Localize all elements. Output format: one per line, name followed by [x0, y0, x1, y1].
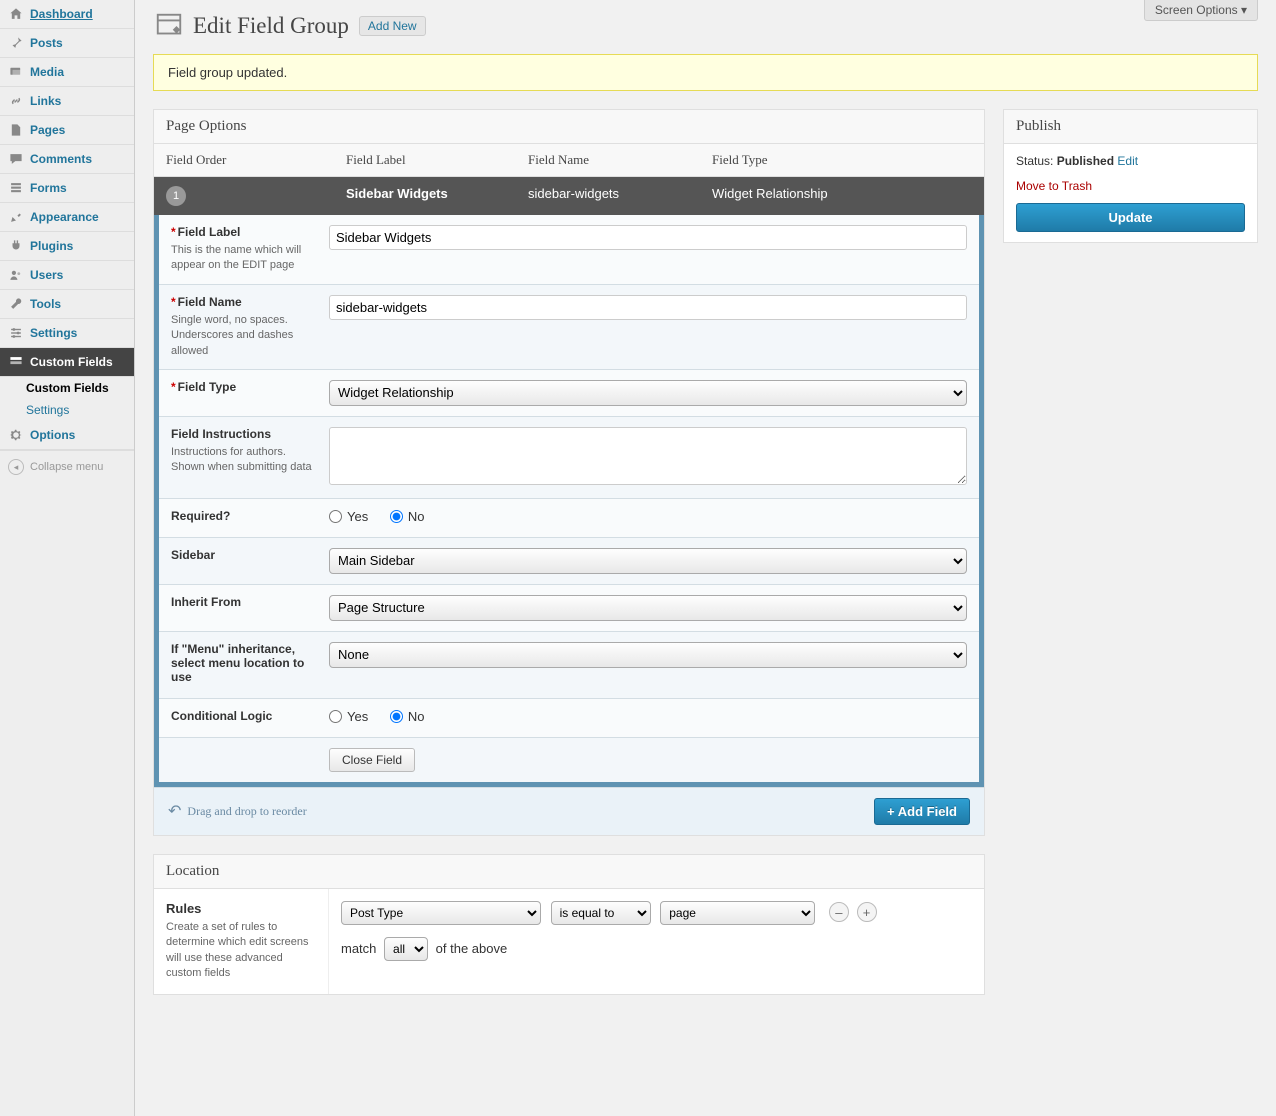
appearance-icon: [8, 209, 24, 225]
field-label-desc: This is the name which will appear on th…: [171, 243, 317, 274]
required-yes-radio[interactable]: Yes: [329, 509, 368, 524]
field-group-icon: [153, 10, 185, 42]
cond-yes-radio[interactable]: Yes: [329, 709, 368, 724]
rules-desc: Create a set of rules to determine which…: [166, 920, 316, 982]
media-icon: [8, 64, 24, 80]
gear-icon: [8, 427, 24, 443]
sidebar-item-appearance[interactable]: Appearance: [0, 203, 134, 232]
instructions-title: Field Instructions: [171, 427, 317, 441]
col-name-header: Field Name: [516, 144, 700, 176]
collapse-arrow-icon: ◂: [8, 459, 24, 475]
pin-icon: [8, 35, 24, 51]
sidebar-item-plugins[interactable]: Plugins: [0, 232, 134, 261]
field-type-select[interactable]: Widget Relationship: [329, 380, 967, 406]
inherit-select[interactable]: Page Structure: [329, 595, 967, 621]
rules-title: Rules: [166, 901, 316, 916]
page-title: Edit Field Group: [193, 13, 349, 39]
instructions-desc: Instructions for authors. Shown when sub…: [171, 445, 317, 476]
cond-no-radio[interactable]: No: [390, 709, 425, 724]
drag-hint: ↶Drag and drop to reorder: [168, 801, 307, 821]
users-icon: [8, 267, 24, 283]
match-pre: match: [341, 941, 376, 956]
page-icon: [8, 122, 24, 138]
field-row[interactable]: 1 Sidebar Widgets sidebar-widgets Widget…: [154, 177, 984, 215]
field-edit-panel: *Field LabelThis is the name which will …: [154, 215, 984, 787]
required-title: Required?: [171, 509, 317, 523]
sidebar-item-settings[interactable]: Settings: [0, 319, 134, 348]
sidebar-item-media[interactable]: Media: [0, 58, 134, 87]
cond-title: Conditional Logic: [171, 709, 317, 723]
move-to-trash-link[interactable]: Move to Trash: [1016, 179, 1092, 193]
status-value: Published: [1057, 154, 1114, 168]
location-panel: Location Rules Create a set of rules to …: [153, 854, 985, 995]
field-name-title: Field Name: [178, 295, 242, 309]
custom-fields-icon: [8, 354, 24, 370]
field-label-title: Field Label: [178, 225, 241, 239]
group-title: Page Options: [154, 110, 984, 144]
status-label: Status:: [1016, 154, 1053, 168]
form-icon: [8, 180, 24, 196]
link-icon: [8, 93, 24, 109]
location-title: Location: [154, 855, 984, 889]
submenu-custom-fields[interactable]: Custom Fields: [0, 377, 134, 399]
field-order-badge: 1: [166, 186, 186, 206]
add-new-button[interactable]: Add New: [359, 16, 426, 36]
submenu-settings[interactable]: Settings: [0, 399, 134, 421]
field-row-type: Widget Relationship: [700, 177, 984, 215]
collapse-menu[interactable]: ◂Collapse menu: [0, 450, 134, 483]
field-name-desc: Single word, no spaces. Underscores and …: [171, 313, 317, 359]
rule-remove-button[interactable]: –: [829, 902, 849, 922]
sidebar-item-links[interactable]: Links: [0, 87, 134, 116]
rule-value-select[interactable]: page: [660, 901, 815, 925]
sidebar-item-pages[interactable]: Pages: [0, 116, 134, 145]
home-icon: [8, 6, 24, 22]
col-type-header: Field Type: [700, 144, 984, 176]
screen-options-button[interactable]: Screen Options ▾: [1144, 0, 1258, 21]
instructions-textarea[interactable]: [329, 427, 967, 485]
settings-icon: [8, 325, 24, 341]
comment-icon: [8, 151, 24, 167]
sidebar-item-forms[interactable]: Forms: [0, 174, 134, 203]
field-row-name: sidebar-widgets: [516, 177, 700, 215]
field-row-label: Sidebar Widgets: [334, 177, 516, 215]
required-no-radio[interactable]: No: [390, 509, 425, 524]
sidebar-item-options[interactable]: Options: [0, 421, 134, 450]
update-button[interactable]: Update: [1016, 203, 1245, 232]
rule-param-select[interactable]: Post Type: [341, 901, 541, 925]
menu-select[interactable]: None: [329, 642, 967, 668]
publish-title: Publish: [1004, 110, 1257, 144]
inherit-title: Inherit From: [171, 595, 317, 609]
match-post: of the above: [436, 941, 508, 956]
field-label-input[interactable]: [329, 225, 967, 250]
tools-icon: [8, 296, 24, 312]
rule-add-button[interactable]: +: [857, 902, 877, 922]
plugin-icon: [8, 238, 24, 254]
status-edit-link[interactable]: Edit: [1117, 154, 1138, 168]
field-name-input[interactable]: [329, 295, 967, 320]
sidebar-select[interactable]: Main Sidebar: [329, 548, 967, 574]
sidebar-item-users[interactable]: Users: [0, 261, 134, 290]
add-field-button[interactable]: + Add Field: [874, 798, 970, 825]
drag-arrow-icon: ↶: [168, 801, 181, 821]
field-group-panel: Page Options Field Order Field Label Fie…: [153, 109, 985, 836]
col-order-header: Field Order: [154, 144, 334, 176]
sidebar-item-tools[interactable]: Tools: [0, 290, 134, 319]
close-field-button[interactable]: Close Field: [329, 748, 415, 772]
field-type-title: Field Type: [178, 380, 236, 394]
sidebar-item-posts[interactable]: Posts: [0, 29, 134, 58]
rule-operator-select[interactable]: is equal to: [551, 901, 651, 925]
update-notice: Field group updated.: [153, 54, 1258, 91]
sidebar-item-custom-fields[interactable]: Custom Fields: [0, 348, 134, 377]
match-select[interactable]: all: [384, 937, 428, 961]
menu-title: If "Menu" inheritance, select menu locat…: [171, 642, 317, 684]
col-label-header: Field Label: [334, 144, 516, 176]
publish-panel: Publish Status: Published Edit Move to T…: [1003, 109, 1258, 243]
sidebar-item-dashboard[interactable]: Dashboard: [0, 0, 134, 29]
sidebar-item-comments[interactable]: Comments: [0, 145, 134, 174]
admin-sidebar: Dashboard Posts Media Links Pages Commen…: [0, 0, 135, 1116]
sidebar-title: Sidebar: [171, 548, 317, 562]
